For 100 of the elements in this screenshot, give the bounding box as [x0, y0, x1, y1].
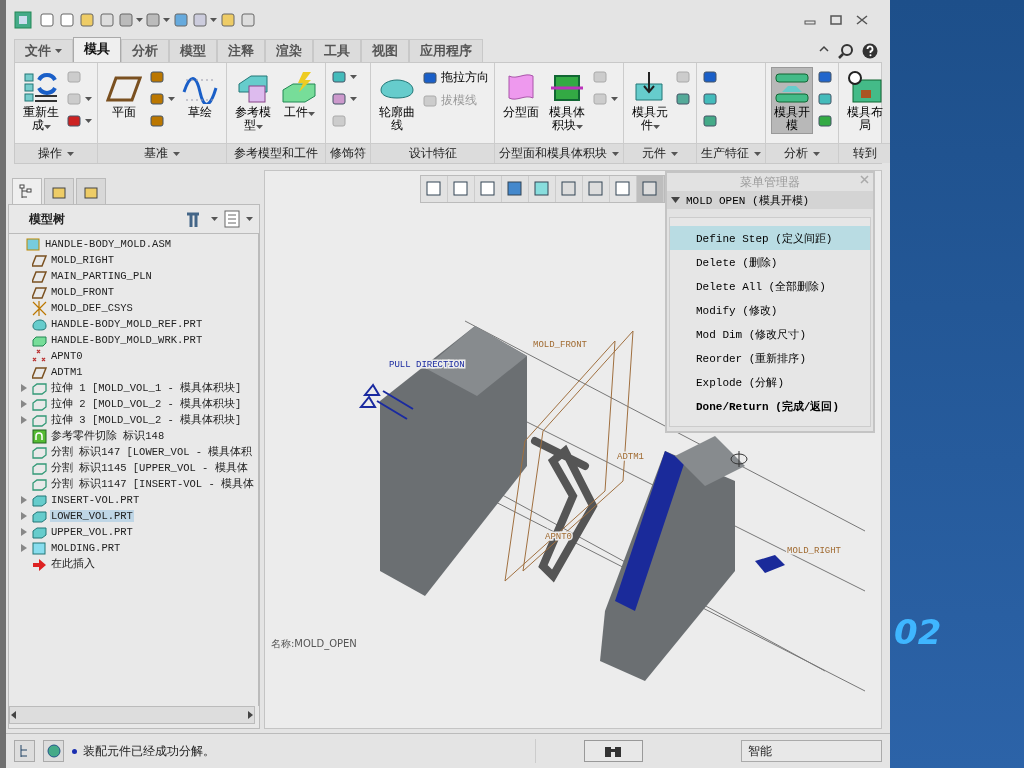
group-label[interactable]: 操作 [15, 143, 97, 163]
tree-item[interactable]: MAIN_PARTING_PLN [50, 270, 153, 282]
ribbon-small-button[interactable] [817, 91, 833, 107]
group-label[interactable]: 生产特征 [697, 143, 765, 163]
tree-item[interactable]: 分割 标识147 [LOWER_VOL - 模具体积 [50, 445, 254, 459]
toolbar-button[interactable] [118, 11, 143, 29]
expand-arrow-icon[interactable] [21, 544, 27, 552]
panel-tab[interactable] [76, 178, 106, 204]
tree-item[interactable]: HANDLE-BODY_MOLD.ASM [44, 238, 173, 250]
ribbon-tab[interactable]: 模具 [73, 37, 121, 62]
scroll-right-icon[interactable] [246, 711, 254, 719]
menu-item[interactable]: Define Step (定义间距) [670, 226, 870, 250]
tree-item[interactable]: HANDLE-BODY_MOLD_WRK.PRT [50, 334, 204, 346]
tree-item[interactable]: UPPER_VOL.PRT [50, 526, 134, 538]
ribbon-small-button[interactable] [331, 91, 357, 107]
ribbon-button[interactable]: 分型面 [500, 67, 542, 122]
tree-item[interactable]: 分割 标识1145 [UPPER_VOL - 模具体 [50, 461, 249, 475]
menu-item[interactable]: Reorder (重新排序) [670, 346, 870, 370]
expand-arrow-icon[interactable] [21, 384, 27, 392]
horizontal-scrollbar[interactable] [9, 706, 255, 724]
maximize-icon[interactable] [830, 15, 842, 25]
ribbon-small-button[interactable] [702, 91, 718, 107]
menu-item[interactable]: Delete All (全部删除) [670, 274, 870, 298]
ribbon-small-button[interactable]: 拖拉方向 [422, 69, 489, 86]
file-menu[interactable]: 文件 [14, 39, 73, 62]
ribbon-small-button[interactable] [675, 91, 691, 107]
expand-arrow-icon[interactable] [21, 512, 27, 520]
find-button[interactable] [583, 740, 643, 762]
toolbar-button[interactable] [145, 11, 170, 29]
close-icon[interactable] [856, 15, 868, 25]
ribbon-tab[interactable]: 应用程序 [409, 39, 483, 62]
tree-item[interactable]: LOWER_VOL.PRT [50, 510, 134, 522]
ribbon-tab[interactable]: 视图 [361, 39, 409, 62]
ribbon-button[interactable]: 参考模型 [232, 67, 274, 135]
tree-item[interactable]: APNT0 [50, 350, 84, 362]
ribbon-button[interactable]: 轮廓曲线 [376, 67, 418, 135]
ribbon-tab[interactable]: 分析 [121, 39, 169, 62]
scroll-left-icon[interactable] [10, 711, 18, 719]
help-icon[interactable] [862, 43, 878, 59]
tree-item[interactable]: MOLD_DEF_CSYS [50, 302, 134, 314]
expand-arrow-icon[interactable] [21, 496, 27, 504]
toolbar-button[interactable] [98, 11, 116, 29]
expand-arrow-icon[interactable] [21, 400, 27, 408]
toolbar-button[interactable] [38, 11, 56, 29]
search-icon[interactable] [838, 43, 854, 59]
panel-tab[interactable] [44, 178, 74, 204]
ribbon-small-button[interactable] [817, 113, 833, 129]
group-label[interactable]: 分析 [766, 143, 838, 163]
list-icon[interactable] [224, 210, 240, 228]
tree-item[interactable]: ADTM1 [50, 366, 84, 378]
tree-item[interactable]: MOLD_RIGHT [50, 254, 115, 266]
tree-item[interactable]: 参考零件切除 标识148 [50, 429, 166, 443]
toolbar-button[interactable] [58, 11, 76, 29]
group-label[interactable]: 元件 [624, 143, 696, 163]
browser-toggle-button[interactable] [43, 740, 65, 762]
menu-item[interactable]: Mod Dim (修改尺寸) [670, 322, 870, 346]
ribbon-small-button[interactable] [702, 69, 718, 85]
ribbon-button[interactable]: 草绘 [179, 67, 221, 122]
toolbar-button[interactable] [192, 11, 217, 29]
ribbon-button[interactable]: 平面 [103, 67, 145, 122]
ribbon-small-button[interactable] [702, 113, 718, 129]
tree-toggle-button[interactable] [14, 740, 36, 762]
ribbon-tab[interactable]: 工具 [313, 39, 361, 62]
ribbon-small-button[interactable] [66, 113, 92, 129]
menu-item[interactable]: Delete (删除) [670, 250, 870, 274]
tree-item[interactable]: MOLD_FRONT [50, 286, 115, 298]
ribbon-button[interactable]: 工件 [278, 67, 320, 122]
ribbon-small-button[interactable] [331, 69, 357, 85]
toolbar-button[interactable] [219, 11, 237, 29]
tree-item[interactable]: 在此插入 [50, 557, 96, 571]
menu-item[interactable]: Explode (分解) [670, 370, 870, 394]
panel-tab[interactable] [12, 178, 42, 204]
tree-item[interactable]: 拉伸 2 [MOLD_VOL_2 - 模具体积块] [50, 397, 243, 411]
ribbon-tab[interactable]: 注释 [217, 39, 265, 62]
toolbar-button[interactable] [172, 11, 190, 29]
menu-item[interactable]: Done/Return (完成/返回) [670, 394, 870, 418]
tree-item[interactable]: HANDLE-BODY_MOLD_REF.PRT [50, 318, 204, 330]
ribbon-tab[interactable]: 模型 [169, 39, 217, 62]
ribbon-button[interactable]: 模具布局 [844, 67, 886, 135]
ribbon-button[interactable]: 模具元件 [629, 67, 671, 135]
tree-item[interactable]: 拉伸 3 [MOLD_VOL_2 - 模具体积块] [50, 413, 243, 427]
tree-item[interactable]: 分割 标识1147 [INSERT-VOL - 模具体 [50, 477, 256, 491]
menu-header[interactable]: MOLD OPEN (模具开模) [667, 191, 873, 209]
tree-item[interactable]: MOLDING.PRT [50, 542, 122, 554]
selection-filter[interactable]: 智能 [740, 740, 882, 762]
tree-item[interactable]: 拉伸 1 [MOLD_VOL_1 - 模具体积块] [50, 381, 243, 395]
toolbar-button[interactable] [239, 11, 257, 29]
ribbon-button[interactable]: 重新生成 [20, 67, 62, 135]
ribbon-tab[interactable]: 渲染 [265, 39, 313, 62]
group-label[interactable]: 分型面和模具体积块 [495, 143, 623, 163]
ribbon-small-button[interactable] [149, 91, 175, 107]
ribbon-button[interactable]: 模具体积块 [546, 67, 588, 135]
toolbar-button[interactable] [78, 11, 96, 29]
ribbon-button[interactable]: 模具开模 [771, 67, 813, 135]
menu-item[interactable]: Modify (修改) [670, 298, 870, 322]
ribbon-small-button[interactable] [817, 69, 833, 85]
view-button[interactable] [637, 176, 664, 202]
tree-item[interactable]: INSERT-VOL.PRT [50, 494, 141, 506]
group-label[interactable]: 基准 [98, 143, 226, 163]
expand-arrow-icon[interactable] [21, 528, 27, 536]
